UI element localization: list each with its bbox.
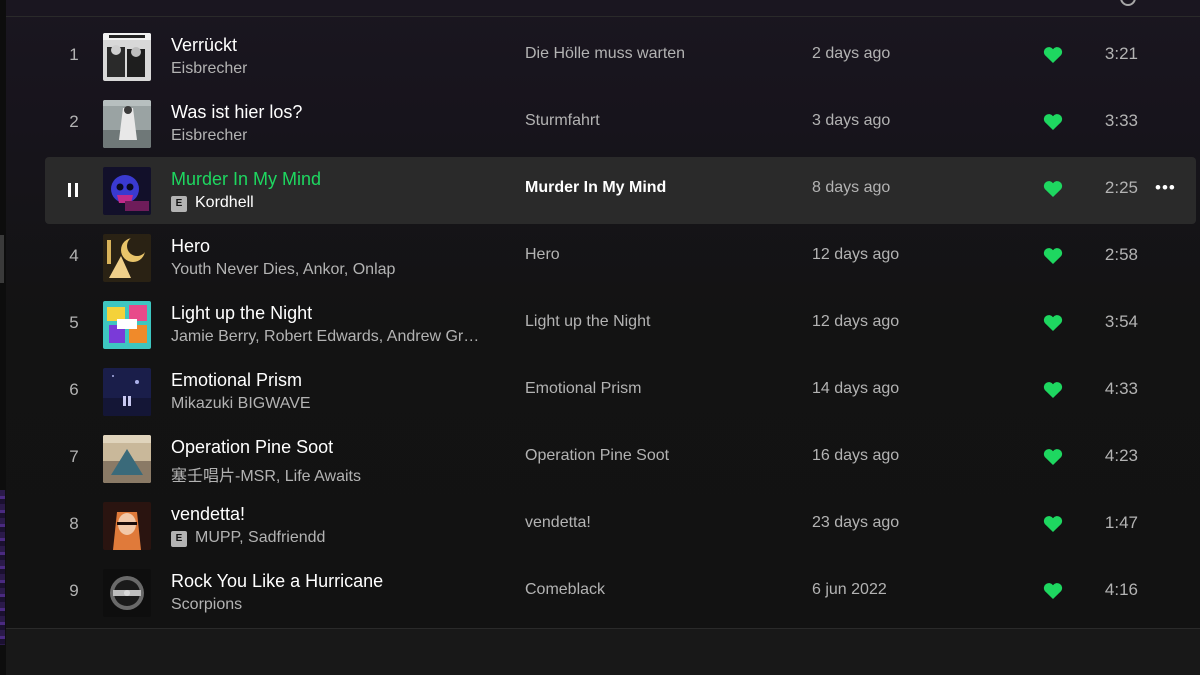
heart-icon[interactable]: [1043, 582, 1063, 600]
sidebar-art-strip: [0, 490, 5, 645]
track-row[interactable]: 1 Verrückt Eisbrecher Die Hölle muss war…: [45, 23, 1196, 90]
left-panel-edge: [0, 0, 6, 675]
track-duration: 2:58: [1104, 245, 1138, 264]
artist-name[interactable]: Kordhell: [195, 194, 254, 211]
explicit-badge: E: [171, 196, 187, 212]
track-album[interactable]: Operation Pine Soot: [525, 447, 669, 465]
album-cover: [103, 502, 151, 550]
date-added: 6 jun 2022: [812, 581, 887, 598]
track-row[interactable]: 5 Light up the Night Jamie Berry, Robert…: [45, 291, 1196, 358]
heart-icon[interactable]: [1043, 515, 1063, 533]
album-cover: [103, 368, 151, 416]
track-number: 4: [69, 246, 79, 265]
track-album[interactable]: Hero: [525, 246, 560, 264]
resize-handle[interactable]: [0, 235, 4, 283]
date-added: 16 days ago: [812, 447, 900, 464]
track-duration: 4:16: [1104, 580, 1138, 599]
date-added: 3 days ago: [812, 112, 891, 129]
heart-icon[interactable]: [1043, 247, 1063, 265]
track-duration: 3:54: [1104, 312, 1138, 331]
track-artist[interactable]: Eisbrecher: [171, 127, 247, 145]
track-artist[interactable]: Mikazuki BIGWAVE: [171, 395, 311, 413]
heart-icon[interactable]: [1043, 180, 1063, 198]
track-title[interactable]: Rock You Like a Hurricane: [171, 571, 383, 592]
track-title[interactable]: Emotional Prism: [171, 370, 302, 391]
track-number: 7: [69, 447, 79, 466]
artist-name[interactable]: MUPP, Sadfriendd: [195, 529, 325, 546]
track-artist[interactable]: 塞壬唱片-MSR, Life Awaits: [171, 462, 361, 486]
track-artist[interactable]: Youth Never Dies, Ankor, Onlap: [171, 261, 395, 279]
track-row[interactable]: 2 Was ist hier los? Eisbrecher Sturmfahr…: [45, 90, 1196, 157]
track-title[interactable]: Murder In My Mind: [171, 169, 321, 190]
album-cover: [103, 33, 151, 81]
track-artist[interactable]: Scorpions: [171, 596, 242, 614]
track-duration: 2:25: [1104, 178, 1138, 197]
track-album[interactable]: Light up the Night: [525, 313, 650, 331]
heart-icon[interactable]: [1043, 448, 1063, 466]
album-cover: [103, 100, 151, 148]
track-title[interactable]: Light up the Night: [171, 303, 312, 324]
track-title[interactable]: Hero: [171, 236, 210, 257]
track-album[interactable]: Murder In My Mind: [525, 179, 666, 197]
date-added: 14 days ago: [812, 380, 900, 397]
track-duration: 3:33: [1104, 111, 1138, 130]
track-album[interactable]: Sturmfahrt: [525, 112, 600, 130]
track-artist[interactable]: Eisbrecher: [171, 60, 247, 78]
track-row[interactable]: 8 vendetta! E MUPP, Sadfriendd vendetta! …: [45, 492, 1196, 559]
date-added: 8 days ago: [812, 179, 891, 196]
track-title[interactable]: vendetta!: [171, 504, 245, 525]
track-row-playing[interactable]: Murder In My Mind E Kordhell Murder In My…: [45, 157, 1196, 224]
track-number: 9: [69, 581, 79, 600]
heart-icon[interactable]: [1043, 113, 1063, 131]
date-added: 2 days ago: [812, 45, 891, 62]
track-row[interactable]: 6 Emotional Prism Mikazuki BIGWAVE Emoti…: [45, 358, 1196, 425]
track-row[interactable]: 7 Operation Pine Soot 塞壬唱片-MSR, Life Awa…: [45, 425, 1196, 492]
heart-icon[interactable]: [1043, 314, 1063, 332]
track-duration: 4:23: [1104, 446, 1138, 465]
track-artist[interactable]: E Kordhell: [171, 194, 254, 212]
album-cover: [103, 234, 151, 282]
track-album[interactable]: Emotional Prism: [525, 380, 641, 398]
track-title[interactable]: Verrückt: [171, 35, 237, 56]
album-cover: [103, 569, 151, 617]
more-options-button[interactable]: •••: [1155, 178, 1176, 198]
footer-area: [6, 629, 1200, 675]
track-artist[interactable]: E MUPP, Sadfriendd: [171, 529, 325, 547]
track-number: 1: [69, 45, 79, 64]
heart-icon[interactable]: [1043, 46, 1063, 64]
date-added: 23 days ago: [812, 514, 900, 531]
track-artist[interactable]: Jamie Berry, Robert Edwards, Andrew Gr…: [171, 328, 479, 346]
track-album[interactable]: Comeblack: [525, 581, 605, 599]
track-row[interactable]: 4 Hero Youth Never Dies, Ankor, Onlap He…: [45, 224, 1196, 291]
track-duration: 3:21: [1104, 44, 1138, 63]
album-cover: [103, 435, 151, 483]
explicit-badge: E: [171, 531, 187, 547]
track-album[interactable]: Die Hölle muss warten: [525, 45, 685, 63]
track-title[interactable]: Was ist hier los?: [171, 102, 302, 123]
album-cover: [103, 301, 151, 349]
track-row[interactable]: 9 Rock You Like a Hurricane Scorpions Co…: [45, 559, 1196, 626]
track-number: 8: [69, 514, 79, 533]
track-duration: 4:33: [1104, 379, 1138, 398]
track-album[interactable]: vendetta!: [525, 514, 591, 532]
date-added: 12 days ago: [812, 246, 900, 263]
track-number: 2: [69, 112, 79, 131]
track-number: 5: [69, 313, 79, 332]
heart-icon[interactable]: [1043, 381, 1063, 399]
date-added: 12 days ago: [812, 313, 900, 330]
track-title[interactable]: Operation Pine Soot: [171, 437, 333, 458]
track-duration: 1:47: [1104, 513, 1138, 532]
pause-icon[interactable]: [68, 183, 79, 197]
album-cover: [103, 167, 151, 215]
header-divider: [6, 16, 1200, 17]
track-number: 6: [69, 380, 79, 399]
